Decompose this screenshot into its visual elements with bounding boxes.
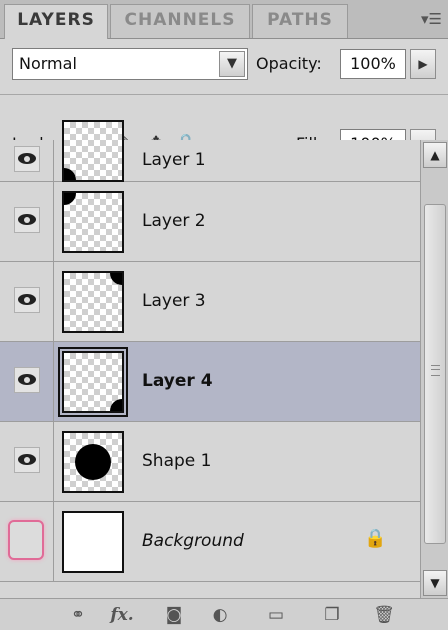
layer-name[interactable]: Background: [142, 531, 244, 551]
eye-icon[interactable]: [14, 146, 40, 172]
layer-name[interactable]: Layer 4: [142, 371, 213, 391]
chevron-down-icon[interactable]: ▼: [219, 51, 245, 77]
layer-row[interactable]: Layer 1: [0, 120, 420, 182]
opacity-input[interactable]: 100%: [340, 49, 406, 79]
eye-icon[interactable]: [14, 287, 40, 313]
scroll-thumb[interactable]: [424, 204, 446, 544]
blend-mode-value: Normal: [19, 54, 77, 73]
layers-list: Layer 1 Layer 2 Layer 3 Layer 4 Shape 1 …: [0, 120, 420, 598]
visibility-cell[interactable]: [0, 502, 54, 581]
new-layer-icon[interactable]: ❐: [318, 604, 346, 626]
layer-thumbnail: [58, 347, 128, 417]
scrollbar[interactable]: ▲ ▼: [420, 140, 448, 598]
adjustment-icon[interactable]: ◐: [206, 604, 234, 626]
link-icon[interactable]: ⚭: [64, 604, 92, 626]
layer-row-selected[interactable]: Layer 4: [0, 342, 420, 422]
tab-paths[interactable]: PATHS: [252, 4, 348, 38]
mask-icon[interactable]: ◙: [160, 604, 188, 626]
grip-icon: [431, 365, 440, 376]
layer-name[interactable]: Layer 3: [142, 291, 206, 311]
panel-tabbar: LAYERS CHANNELS PATHS ▾☰: [0, 0, 448, 39]
layer-name[interactable]: Shape 1: [142, 451, 211, 471]
visibility-cell[interactable]: [0, 262, 54, 341]
eye-icon[interactable]: [14, 447, 40, 473]
padlock-icon: 🔒: [364, 528, 387, 549]
layer-row[interactable]: Layer 2: [0, 182, 420, 262]
eye-icon[interactable]: [14, 207, 40, 233]
blend-mode-select[interactable]: Normal ▼: [12, 48, 248, 80]
layer-row[interactable]: Shape 1: [0, 422, 420, 502]
folder-icon[interactable]: ▭: [262, 604, 290, 626]
opacity-arrow-icon[interactable]: ▶: [410, 49, 436, 79]
panel-menu-icon[interactable]: ▾☰: [421, 10, 442, 28]
scroll-up-icon[interactable]: ▲: [423, 142, 447, 168]
layer-thumbnail: [62, 511, 124, 573]
divider: [0, 94, 448, 95]
scroll-down-icon[interactable]: ▼: [423, 570, 447, 596]
fx-icon[interactable]: fx.: [108, 604, 136, 626]
tab-channels[interactable]: CHANNELS: [110, 4, 250, 38]
bottom-toolbar: ⚭ fx. ◙ ◐ ▭ ❐ 🗑: [0, 598, 448, 630]
visibility-cell[interactable]: [0, 422, 54, 501]
layer-thumbnail: [62, 271, 124, 333]
trash-icon[interactable]: 🗑: [370, 604, 398, 626]
visibility-cell[interactable]: [0, 342, 54, 421]
eye-icon[interactable]: [14, 367, 40, 393]
layer-row[interactable]: Background 🔒: [0, 502, 420, 582]
hidden-visibility-box[interactable]: [8, 520, 44, 560]
visibility-cell[interactable]: [0, 182, 54, 261]
layer-row[interactable]: Layer 3: [0, 262, 420, 342]
layer-name[interactable]: Layer 1: [142, 150, 206, 170]
layer-thumbnail: [62, 191, 124, 253]
layer-thumbnail: [62, 431, 124, 493]
opacity-label: Opacity:: [256, 54, 322, 73]
layer-name[interactable]: Layer 2: [142, 211, 206, 231]
tab-layers[interactable]: LAYERS: [4, 4, 108, 39]
layer-thumbnail: [62, 120, 124, 182]
visibility-cell[interactable]: [0, 140, 54, 181]
